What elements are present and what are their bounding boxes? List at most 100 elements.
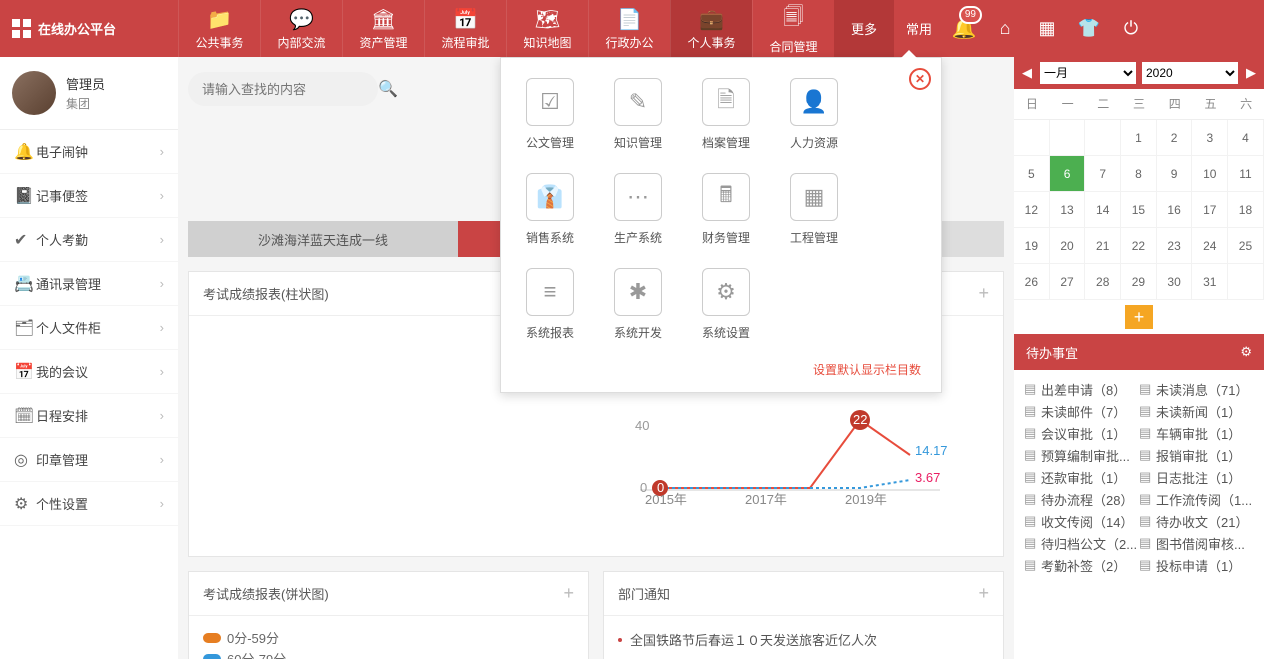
gear-icon[interactable]: ⚙ bbox=[1240, 344, 1252, 360]
sidebar-item[interactable]: ⚙个性设置› bbox=[0, 482, 178, 526]
more-button[interactable]: 更多 bbox=[834, 0, 894, 57]
common-button[interactable]: 常用 bbox=[894, 0, 944, 57]
cal-next-icon[interactable]: ▶ bbox=[1244, 65, 1258, 81]
panel-add-icon[interactable]: + bbox=[563, 583, 574, 604]
search-input[interactable] bbox=[202, 82, 378, 97]
sidebar-item[interactable]: ✔个人考勤› bbox=[0, 218, 178, 262]
calendar-day[interactable]: 8 bbox=[1121, 156, 1157, 192]
avatar[interactable] bbox=[12, 71, 56, 115]
popup-app-item[interactable]: ⚙系统设置 bbox=[697, 268, 755, 341]
calendar-day[interactable]: 1 bbox=[1121, 120, 1157, 156]
calendar-day[interactable]: 18 bbox=[1228, 192, 1264, 228]
year-select[interactable]: 2020 bbox=[1142, 62, 1238, 84]
todo-item[interactable]: ▤待归档公文（2... bbox=[1024, 532, 1139, 554]
calendar-day[interactable]: 17 bbox=[1192, 192, 1228, 228]
sidebar-item[interactable]: 📇通讯录管理› bbox=[0, 262, 178, 306]
home-icon[interactable]: ⌂ bbox=[984, 0, 1026, 57]
popup-app-item[interactable]: 👔销售系统 bbox=[521, 173, 579, 246]
popup-app-item[interactable]: ⋯生产系统 bbox=[609, 173, 667, 246]
sidebar-item[interactable]: 🗂个人文件柜› bbox=[0, 306, 178, 350]
calendar-day[interactable]: 14 bbox=[1085, 192, 1121, 228]
panel-add-icon[interactable]: + bbox=[978, 583, 989, 604]
calendar-day[interactable]: 7 bbox=[1085, 156, 1121, 192]
add-event-button[interactable]: + bbox=[1125, 305, 1153, 329]
sidebar-item[interactable]: 🗓日程安排› bbox=[0, 394, 178, 438]
month-select[interactable]: 一月 bbox=[1040, 62, 1136, 84]
todo-item[interactable]: ▤考勤补签（2） bbox=[1024, 554, 1139, 576]
theme-icon[interactable]: 👕 bbox=[1068, 0, 1110, 57]
popup-app-item[interactable]: ☑公文管理 bbox=[521, 78, 579, 151]
todo-item[interactable]: ▤待办流程（28） bbox=[1024, 488, 1139, 510]
calendar-day[interactable]: 12 bbox=[1014, 192, 1050, 228]
calendar-day[interactable]: 3 bbox=[1192, 120, 1228, 156]
nav-item[interactable]: 📅流程审批 bbox=[424, 0, 506, 57]
todo-item[interactable]: ▤未读消息（71） bbox=[1139, 378, 1254, 400]
nav-item[interactable]: 🏛资产管理 bbox=[342, 0, 424, 57]
calendar-day[interactable]: 5 bbox=[1014, 156, 1050, 192]
calendar-day[interactable]: 23 bbox=[1157, 228, 1193, 264]
calendar-day[interactable]: 4 bbox=[1228, 120, 1264, 156]
calendar-day[interactable]: 6 bbox=[1050, 156, 1086, 192]
notification-bell[interactable]: 🔔 99 bbox=[944, 0, 984, 57]
panel-add-icon[interactable]: + bbox=[978, 283, 989, 304]
sidebar-item[interactable]: 📓记事便签› bbox=[0, 174, 178, 218]
popup-app-item[interactable]: ▦工程管理 bbox=[785, 173, 843, 246]
todo-item[interactable]: ▤报销审批（1） bbox=[1139, 444, 1254, 466]
todo-item[interactable]: ▤工作流传阅（1... bbox=[1139, 488, 1254, 510]
notice-item[interactable]: 全国铁路节后春运１０天发送旅客近亿人次 bbox=[618, 626, 989, 653]
sidebar-item[interactable]: 📅我的会议› bbox=[0, 350, 178, 394]
calendar-day[interactable]: 21 bbox=[1085, 228, 1121, 264]
calendar-day[interactable]: 27 bbox=[1050, 264, 1086, 300]
popup-app-item[interactable]: ≡系统报表 bbox=[521, 268, 579, 341]
nav-item[interactable]: 📁公共事务 bbox=[178, 0, 260, 57]
calendar-day[interactable]: 26 bbox=[1014, 264, 1050, 300]
popup-app-item[interactable]: 🖩财务管理 bbox=[697, 173, 755, 246]
calendar-day[interactable]: 10 bbox=[1192, 156, 1228, 192]
calendar-day[interactable]: 13 bbox=[1050, 192, 1086, 228]
todo-item[interactable]: ▤未读邮件（7） bbox=[1024, 400, 1139, 422]
calendar-day[interactable]: 9 bbox=[1157, 156, 1193, 192]
user-org: 集团 bbox=[66, 95, 105, 112]
sidebar-item[interactable]: 🔔电子闹钟› bbox=[0, 130, 178, 174]
todo-item[interactable]: ▤未读新闻（1） bbox=[1139, 400, 1254, 422]
calendar-day[interactable]: 19 bbox=[1014, 228, 1050, 264]
calendar-day[interactable]: 20 bbox=[1050, 228, 1086, 264]
calendar-day[interactable]: 24 bbox=[1192, 228, 1228, 264]
calendar-day[interactable]: 25 bbox=[1228, 228, 1264, 264]
todo-item[interactable]: ▤会议审批（1） bbox=[1024, 422, 1139, 444]
nav-item[interactable]: 💼个人事务 bbox=[670, 0, 752, 57]
todo-item[interactable]: ▤收文传阅（14） bbox=[1024, 510, 1139, 532]
popup-app-item[interactable]: ✱系统开发 bbox=[609, 268, 667, 341]
todo-item[interactable]: ▤车辆审批（1） bbox=[1139, 422, 1254, 444]
todo-item[interactable]: ▤预算编制审批... bbox=[1024, 444, 1139, 466]
apps-icon[interactable]: ▦ bbox=[1026, 0, 1068, 57]
power-icon[interactable]: ⏻ bbox=[1110, 0, 1152, 57]
todo-item[interactable]: ▤投标申请（1） bbox=[1139, 554, 1254, 576]
cal-prev-icon[interactable]: ◀ bbox=[1020, 65, 1034, 81]
calendar-day[interactable]: 28 bbox=[1085, 264, 1121, 300]
calendar-day[interactable]: 29 bbox=[1121, 264, 1157, 300]
nav-item[interactable]: 💬内部交流 bbox=[260, 0, 342, 57]
calendar-day[interactable]: 31 bbox=[1192, 264, 1228, 300]
todo-item[interactable]: ▤图书借阅审核... bbox=[1139, 532, 1254, 554]
nav-item[interactable]: 📄行政办公 bbox=[588, 0, 670, 57]
sidebar-item[interactable]: ◎印章管理› bbox=[0, 438, 178, 482]
popup-settings-link[interactable]: 设置默认显示栏目数 bbox=[521, 361, 921, 378]
calendar-day[interactable]: 15 bbox=[1121, 192, 1157, 228]
todo-item[interactable]: ▤日志批注（1） bbox=[1139, 466, 1254, 488]
todo-item[interactable]: ▤待办收文（21） bbox=[1139, 510, 1254, 532]
calendar-day[interactable]: 22 bbox=[1121, 228, 1157, 264]
calendar-day[interactable]: 11 bbox=[1228, 156, 1264, 192]
search-icon[interactable]: 🔍 bbox=[378, 79, 398, 99]
todo-item[interactable]: ▤还款审批（1） bbox=[1024, 466, 1139, 488]
nav-item[interactable]: 🗐合同管理 bbox=[752, 0, 834, 57]
calendar-day[interactable]: 16 bbox=[1157, 192, 1193, 228]
popup-app-item[interactable]: ✎知识管理 bbox=[609, 78, 667, 151]
calendar-day[interactable]: 30 bbox=[1157, 264, 1193, 300]
todo-item[interactable]: ▤出差申请（8） bbox=[1024, 378, 1139, 400]
calendar-day[interactable]: 2 bbox=[1157, 120, 1193, 156]
popup-app-item[interactable]: 👤人力资源 bbox=[785, 78, 843, 151]
nav-item[interactable]: 🗺知识地图 bbox=[506, 0, 588, 57]
popup-app-item[interactable]: 🗎档案管理 bbox=[697, 78, 755, 151]
close-icon[interactable]: ✕ bbox=[909, 68, 931, 90]
